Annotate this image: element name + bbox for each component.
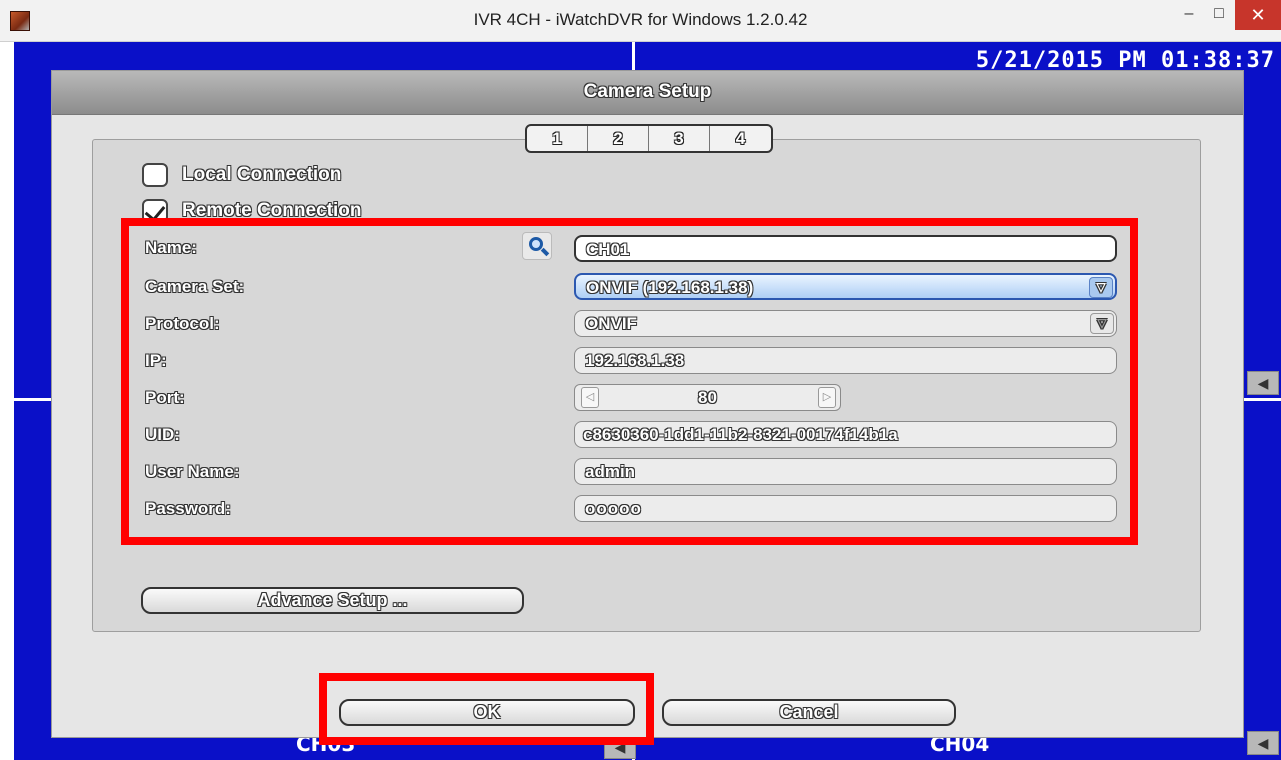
camera-tabs: 1 2 3 4 [525, 124, 773, 153]
remote-connection-checkbox[interactable] [142, 199, 168, 223]
cancel-button[interactable]: Cancel [662, 699, 956, 726]
local-connection-checkbox[interactable] [142, 163, 168, 187]
name-label: Name: [145, 238, 197, 257]
speaker-icon[interactable]: ◀ [1247, 731, 1279, 755]
ip-input[interactable]: 192.168.1.38 [574, 347, 1117, 374]
password-input[interactable]: ooooo [574, 495, 1117, 522]
username-label: User Name: [145, 462, 240, 481]
maximize-button[interactable]: □ [1205, 0, 1233, 30]
protocol-select: ONVIF ▽ [574, 310, 1117, 337]
protocol-label: Protocol: [145, 314, 220, 333]
camera-setup-dialog: Camera Setup 1 2 3 4 Local Connection Re… [51, 70, 1244, 738]
chevron-down-icon[interactable]: ▽ [1089, 277, 1113, 298]
username-input[interactable]: admin [574, 458, 1117, 485]
search-icon[interactable] [522, 232, 552, 260]
decrement-icon[interactable]: ◁ [581, 387, 599, 408]
uid-input[interactable]: c8630360-1dd1-11b2-8321-00174f14b1a [574, 421, 1117, 448]
camera-set-select[interactable]: ONVIF (192.168.1.38) ▽ [574, 273, 1117, 300]
camera-set-label: Camera Set: [145, 277, 245, 296]
tab-camera-3[interactable]: 3 [649, 126, 710, 151]
advance-setup-button[interactable]: Advance Setup ... [141, 587, 524, 614]
password-label: Password: [145, 499, 231, 518]
increment-icon[interactable]: ▷ [818, 387, 836, 408]
port-value: 80 [698, 388, 717, 407]
minimize-button[interactable]: – [1175, 0, 1203, 30]
speaker-icon[interactable]: ◀ [1247, 371, 1279, 395]
port-stepper[interactable]: 80 ◁ ▷ [574, 384, 841, 411]
camera-set-value: ONVIF (192.168.1.38) [586, 278, 754, 297]
local-connection-label: Local Connection [182, 164, 342, 185]
uid-label: UID: [145, 425, 180, 444]
port-label: Port: [145, 388, 185, 407]
close-button[interactable]: ✕ [1235, 0, 1281, 30]
tab-camera-4[interactable]: 4 [710, 126, 771, 151]
chevron-down-icon: ▽ [1090, 313, 1114, 334]
remote-connection-option[interactable]: Remote Connection [142, 199, 361, 223]
tab-camera-2[interactable]: 2 [588, 126, 649, 151]
title-bar: IVR 4CH - iWatchDVR for Windows 1.2.0.42… [0, 0, 1281, 42]
tab-camera-1[interactable]: 1 [527, 126, 588, 151]
ip-label: IP: [145, 351, 167, 370]
window-title: IVR 4CH - iWatchDVR for Windows 1.2.0.42 [473, 10, 808, 29]
dialog-header: Camera Setup [52, 71, 1243, 115]
local-connection-option[interactable]: Local Connection [142, 163, 341, 187]
name-input[interactable]: CH01 [574, 235, 1117, 262]
ok-button[interactable]: OK [339, 699, 635, 726]
protocol-value: ONVIF [585, 314, 637, 333]
remote-connection-label: Remote Connection [182, 200, 362, 221]
dialog-title: Camera Setup [583, 81, 712, 102]
speaker-icon[interactable]: ◀ [604, 735, 636, 759]
